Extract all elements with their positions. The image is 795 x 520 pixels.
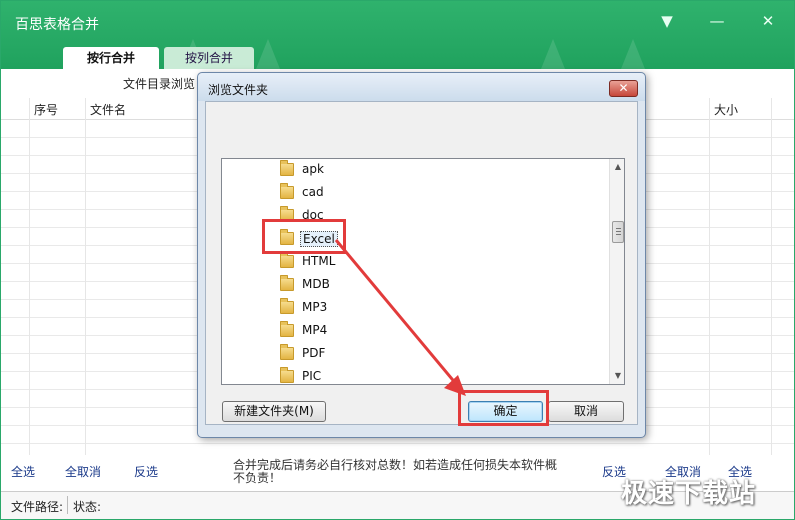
folder-icon bbox=[280, 298, 294, 314]
folder-tree[interactable]: apk cad doc Excel HTML MDB MP3 MP4 PDF PIC ▲ ▼ bbox=[221, 158, 625, 385]
folder-item[interactable]: PIC bbox=[280, 366, 400, 384]
grid-line bbox=[29, 98, 30, 455]
folder-item[interactable]: cad bbox=[280, 182, 400, 204]
folder-icon bbox=[280, 367, 294, 383]
folder-tree-scrollbar[interactable]: ▲ ▼ bbox=[609, 159, 624, 384]
cancel-button[interactable]: 取消 bbox=[548, 401, 624, 422]
folder-icon bbox=[280, 252, 294, 268]
folder-item[interactable]: apk bbox=[280, 159, 400, 181]
grip-line bbox=[616, 234, 621, 235]
tab-merge-by-row[interactable]: 按行合并 bbox=[63, 47, 159, 69]
select-all-left-button[interactable]: 全选 bbox=[11, 463, 35, 480]
browse-folder-dialog: 浏览文件夹 ✕ apk cad doc Excel HTML MDB MP3 MP4 PDF PI… bbox=[197, 72, 646, 438]
folder-icon bbox=[280, 183, 294, 199]
grip-line bbox=[616, 228, 621, 229]
folder-item[interactable]: MDB bbox=[280, 274, 400, 296]
watermark-logo: 极速下载站 bbox=[621, 479, 757, 509]
dialog-body: apk cad doc Excel HTML MDB MP3 MP4 PDF PIC ▲ ▼ 新建… bbox=[205, 101, 638, 425]
folder-label: MDB bbox=[302, 277, 330, 291]
title-bar: 百思表格合并 ▼ — ✕ 按行合并 按列合并 bbox=[1, 1, 794, 69]
app-title: 百思表格合并 bbox=[15, 17, 99, 33]
folder-icon bbox=[280, 344, 294, 360]
grip-line bbox=[616, 231, 621, 232]
folder-item[interactable]: MP3 bbox=[280, 297, 400, 319]
close-button[interactable]: ✕ bbox=[758, 11, 778, 31]
folder-icon bbox=[280, 275, 294, 291]
scroll-down-icon[interactable]: ▼ bbox=[610, 368, 624, 384]
folder-item[interactable]: MP4 bbox=[280, 320, 400, 342]
disclaimer-notice: 合并完成后请务必自行核对总数！如若造成任何损失本软件概不负责！ bbox=[233, 458, 558, 485]
dialog-close-icon[interactable]: ✕ bbox=[609, 80, 638, 97]
column-header-index[interactable]: 序号 bbox=[34, 101, 58, 118]
grid-line bbox=[709, 98, 710, 455]
column-header-filename[interactable]: 文件名 bbox=[90, 101, 126, 118]
folder-icon bbox=[280, 160, 294, 176]
dialog-title: 浏览文件夹 bbox=[208, 83, 269, 97]
invert-selection-left-button[interactable]: 反选 bbox=[134, 463, 158, 480]
folder-item[interactable]: HTML bbox=[280, 251, 400, 273]
folder-label: MP3 bbox=[302, 300, 328, 314]
highlight-box-excel bbox=[262, 219, 346, 254]
scroll-up-icon[interactable]: ▲ bbox=[610, 159, 624, 175]
new-folder-button[interactable]: 新建文件夹(M) bbox=[222, 401, 326, 422]
menu-dropdown-icon[interactable]: ▼ bbox=[657, 11, 677, 31]
tree-decoration bbox=[621, 39, 645, 69]
status-separator bbox=[67, 496, 68, 514]
grid-line bbox=[85, 98, 86, 455]
folder-label: PDF bbox=[302, 346, 326, 360]
dialog-title-bar: 浏览文件夹 ✕ bbox=[198, 73, 645, 101]
minimize-button[interactable]: — bbox=[707, 11, 727, 31]
deselect-all-left-button[interactable]: 全取消 bbox=[65, 463, 101, 480]
folder-label: apk bbox=[302, 162, 324, 176]
folder-icon bbox=[280, 321, 294, 337]
file-path-label: 文件路径: bbox=[11, 500, 64, 514]
column-header-size[interactable]: 大小 bbox=[714, 101, 738, 118]
tree-decoration bbox=[256, 39, 280, 69]
scroll-thumb[interactable] bbox=[612, 221, 624, 243]
folder-item[interactable]: PDF bbox=[280, 343, 400, 365]
tree-decoration bbox=[541, 39, 565, 69]
status-label: 状态: bbox=[73, 500, 102, 514]
folder-label: HTML bbox=[302, 254, 336, 268]
folder-label: cad bbox=[302, 185, 324, 199]
highlight-box-ok bbox=[458, 390, 549, 426]
folder-label: PIC bbox=[302, 369, 322, 383]
tab-merge-by-column[interactable]: 按列合并 bbox=[164, 47, 254, 69]
browse-directory-label[interactable]: 文件目录浏览 bbox=[123, 75, 195, 92]
grid-line bbox=[771, 98, 772, 455]
folder-label: MP4 bbox=[302, 323, 328, 337]
